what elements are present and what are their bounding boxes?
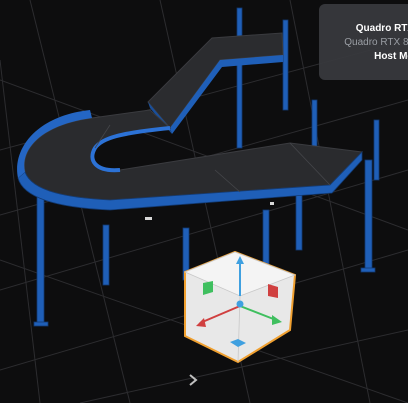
main-conveyor <box>17 109 364 220</box>
gpu-name-label: Quadro RTX 80 <box>355 23 408 34</box>
3d-viewport[interactable]: Quadro RTX 80 Quadro RTX 8000: Host Memo <box>0 0 408 403</box>
gpu-stats-panel: Quadro RTX 80 Quadro RTX 8000: Host Memo <box>319 4 408 80</box>
host-memory-label: Host Memo <box>374 51 408 62</box>
chevron-right-icon[interactable] <box>186 372 200 388</box>
incline-conveyor <box>147 32 284 134</box>
view-cube-gizmo[interactable] <box>183 250 297 364</box>
gpu-memory-label: Quadro RTX 8000: <box>344 37 408 48</box>
